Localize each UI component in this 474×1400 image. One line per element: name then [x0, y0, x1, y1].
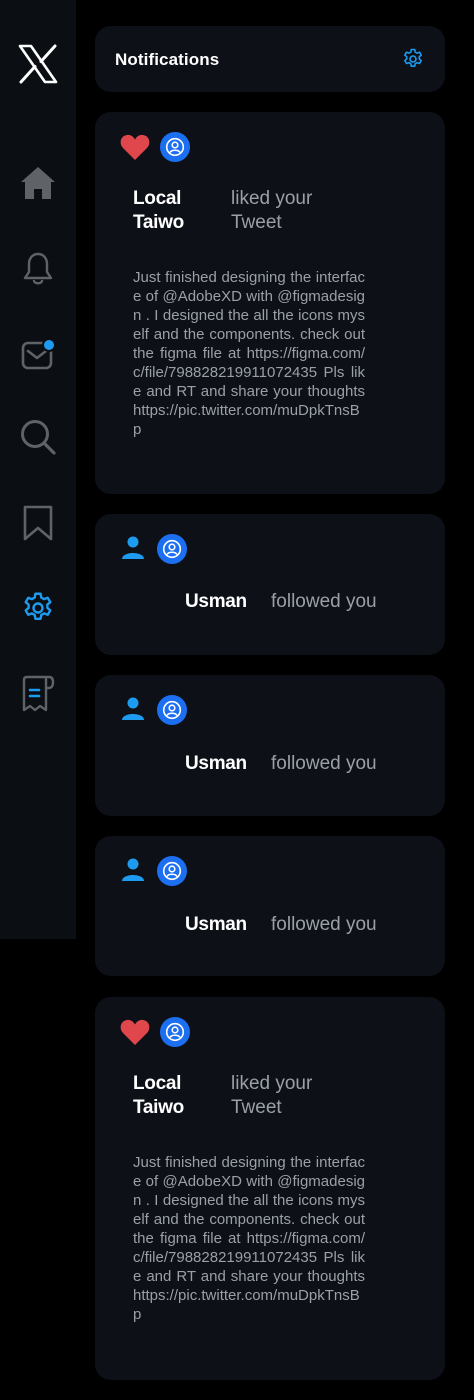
- avatar[interactable]: [157, 534, 187, 564]
- user-circle-icon: [162, 539, 182, 559]
- notification-like-card[interactable]: Local Taiwo liked your Tweet Just finish…: [95, 112, 445, 494]
- user-name[interactable]: Local Taiwo: [133, 1072, 213, 1120]
- notification-follow-card[interactable]: Usman followed you: [95, 675, 445, 816]
- lists-icon[interactable]: [0, 672, 76, 716]
- home-icon[interactable]: [0, 162, 76, 204]
- search-icon[interactable]: [0, 416, 76, 458]
- avatar[interactable]: [157, 695, 187, 725]
- person-icon: [119, 695, 147, 723]
- user-circle-icon: [165, 137, 185, 157]
- heart-icon: [120, 133, 150, 161]
- user-name[interactable]: Usman: [185, 591, 247, 613]
- avatar[interactable]: [157, 856, 187, 886]
- tweet-text: Just finished designing the interface of…: [133, 269, 365, 438]
- heart-icon: [120, 1018, 150, 1046]
- user-name[interactable]: Usman: [185, 753, 247, 775]
- user-circle-icon: [165, 1022, 185, 1042]
- user-circle-icon: [162, 700, 182, 720]
- notification-action: liked your Tweet: [231, 188, 313, 233]
- x-logo-icon[interactable]: [0, 40, 76, 88]
- notification-follow-card[interactable]: Usman followed you: [95, 836, 445, 976]
- avatar[interactable]: [160, 1017, 190, 1047]
- notification-action: followed you: [271, 753, 377, 774]
- notification-action: followed you: [271, 914, 377, 935]
- user-name[interactable]: Local Taiwo: [133, 187, 213, 235]
- notification-action: followed you: [271, 591, 377, 612]
- tweet-text: Just finished designing the interface of…: [133, 1154, 365, 1323]
- sidebar: [0, 0, 76, 939]
- notification-follow-card[interactable]: Usman followed you: [95, 514, 445, 655]
- gear-icon[interactable]: [0, 588, 76, 628]
- notifications-header: Notifications: [95, 26, 445, 92]
- bookmark-icon[interactable]: [0, 502, 76, 544]
- notification-action: liked your Tweet: [231, 1073, 313, 1118]
- person-icon: [119, 856, 147, 884]
- user-name[interactable]: Usman: [185, 914, 247, 936]
- notification-like-card[interactable]: Local Taiwo liked your Tweet Just finish…: [95, 997, 445, 1380]
- settings-gear-icon[interactable]: [401, 47, 425, 71]
- page-title: Notifications: [115, 50, 220, 69]
- avatar[interactable]: [160, 132, 190, 162]
- person-icon: [119, 534, 147, 562]
- messages-icon[interactable]: [0, 334, 76, 374]
- user-circle-icon: [162, 861, 182, 881]
- bell-icon[interactable]: [0, 248, 76, 288]
